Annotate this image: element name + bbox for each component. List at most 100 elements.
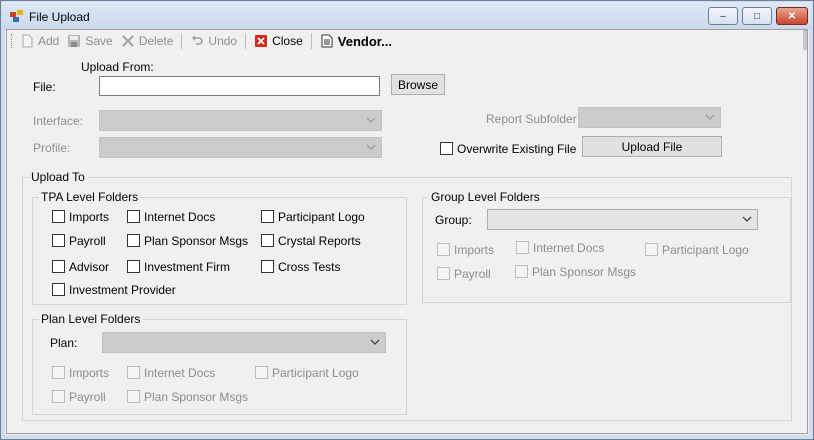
add-button[interactable]: Add (20, 34, 59, 48)
group-plan-sponsor-msgs-label: Plan Sponsor Msgs (532, 265, 637, 279)
toolbar-separator (245, 33, 247, 49)
delete-x-icon (122, 35, 134, 47)
group-combobox[interactable] (487, 209, 758, 230)
minimize-icon: – (720, 10, 726, 22)
file-label: File: (33, 80, 56, 94)
plan-imports-checkbox[interactable] (52, 366, 65, 379)
interface-label: Interface: (33, 114, 84, 128)
close-icon: ✕ (787, 10, 797, 22)
tpa-cross-tests-label: Cross Tests (278, 260, 341, 274)
file-input[interactable] (99, 76, 380, 96)
delete-button[interactable]: Delete (121, 34, 174, 48)
plan-level-folders-title: Plan Level Folders (39, 312, 143, 326)
close-red-icon (255, 35, 268, 47)
add-document-icon (22, 34, 33, 48)
tpa-crystal-reports-checkbox[interactable] (261, 234, 274, 247)
plan-combobox[interactable] (102, 332, 386, 353)
plan-imports-label: Imports (69, 366, 110, 380)
toolbar-overflow (803, 30, 807, 50)
close-window-button[interactable]: ✕ (776, 7, 808, 25)
group-imports-checkbox[interactable] (437, 243, 450, 256)
form-body: Add Save Delete Undo Close Vendor... Upl… (6, 29, 808, 434)
window-title: File Upload (29, 10, 90, 24)
plan-payroll-label: Payroll (69, 390, 106, 404)
tpa-payroll-label: Payroll (69, 234, 106, 248)
app-icon (10, 10, 23, 22)
interface-combobox[interactable] (99, 110, 382, 131)
group-level-folders-title: Group Level Folders (429, 190, 542, 204)
upload-file-button[interactable]: Upload File (582, 136, 722, 157)
tpa-imports-checkbox[interactable] (52, 210, 65, 223)
plan-internet-docs-label: Internet Docs (144, 366, 216, 380)
toolbar-separator (310, 33, 312, 49)
plan-plan-sponsor-msgs-label: Plan Sponsor Msgs (144, 390, 249, 404)
vendor-button[interactable]: Vendor... (320, 34, 392, 49)
browse-button[interactable]: Browse (391, 74, 445, 95)
profile-label: Profile: (33, 141, 71, 155)
tpa-participant-logo-label: Participant Logo (278, 210, 365, 224)
undo-label: Undo (208, 34, 238, 48)
overwrite-existing-checkbox[interactable] (440, 142, 453, 155)
toolbar: Add Save Delete Undo Close Vendor... (7, 30, 807, 52)
maximize-icon: □ (753, 10, 761, 22)
tpa-level-folders-title: TPA Level Folders (39, 190, 141, 204)
chevron-down-icon (742, 216, 752, 222)
chevron-down-icon (705, 114, 715, 120)
group-label: Group: (435, 213, 472, 227)
tpa-internet-docs-label: Internet Docs (144, 210, 216, 224)
tpa-investment-provider-checkbox[interactable] (52, 283, 65, 296)
delete-label: Delete (138, 34, 174, 48)
close-label: Close (272, 34, 303, 48)
group-internet-docs-checkbox[interactable] (516, 241, 529, 254)
save-disk-icon (68, 35, 81, 47)
plan-participant-logo-checkbox[interactable] (255, 366, 268, 379)
title-bar[interactable]: File Upload – □ ✕ (2, 2, 812, 30)
plan-plan-sponsor-msgs-checkbox[interactable] (127, 390, 140, 403)
add-label: Add (38, 34, 60, 48)
maximize-button[interactable]: □ (742, 7, 772, 25)
save-button[interactable]: Save (67, 34, 113, 48)
plan-internet-docs-checkbox[interactable] (127, 366, 140, 379)
tpa-investment-firm-label: Investment Firm (144, 260, 231, 274)
tpa-payroll-checkbox[interactable] (52, 234, 65, 247)
tpa-cross-tests-checkbox[interactable] (261, 260, 274, 273)
tpa-advisor-label: Advisor (69, 260, 110, 274)
close-button[interactable]: Close (254, 34, 303, 48)
tpa-imports-label: Imports (69, 210, 110, 224)
overwrite-existing-label: Overwrite Existing File (457, 142, 577, 156)
tpa-plan-sponsor-msgs-label: Plan Sponsor Msgs (144, 234, 249, 248)
tpa-advisor-checkbox[interactable] (52, 260, 65, 273)
group-imports-label: Imports (454, 243, 495, 257)
undo-button[interactable]: Undo (190, 34, 237, 48)
tpa-plan-sponsor-msgs-checkbox[interactable] (127, 234, 140, 247)
group-participant-logo-checkbox[interactable] (645, 243, 658, 256)
chevron-down-icon (366, 144, 376, 150)
minimize-button[interactable]: – (708, 7, 738, 25)
vendor-label: Vendor... (337, 33, 392, 49)
plan-payroll-checkbox[interactable] (52, 390, 65, 403)
tpa-investment-firm-checkbox[interactable] (127, 260, 140, 273)
group-internet-docs-label: Internet Docs (533, 241, 605, 255)
plan-participant-logo-label: Participant Logo (272, 366, 359, 380)
tpa-crystal-reports-label: Crystal Reports (278, 234, 361, 248)
report-subfolder-label: Report Subfolder (486, 112, 577, 126)
toolbar-grip[interactable] (11, 34, 14, 48)
profile-combobox[interactable] (99, 137, 382, 158)
chevron-down-icon (370, 339, 380, 345)
group-plan-sponsor-msgs-checkbox[interactable] (515, 265, 528, 278)
toolbar-separator (181, 33, 183, 49)
tpa-investment-provider-label: Investment Provider (69, 283, 176, 297)
group-payroll-label: Payroll (454, 267, 491, 281)
tpa-internet-docs-checkbox[interactable] (127, 210, 140, 223)
chevron-down-icon (366, 117, 376, 123)
upload-to-heading: Upload To (29, 170, 87, 184)
vendor-document-icon (321, 34, 333, 48)
report-subfolder-combobox[interactable] (578, 107, 721, 128)
group-participant-logo-label: Participant Logo (662, 243, 749, 257)
upload-from-heading: Upload From: (81, 60, 154, 74)
tpa-participant-logo-checkbox[interactable] (261, 210, 274, 223)
group-payroll-checkbox[interactable] (437, 267, 450, 280)
save-label: Save (85, 34, 113, 48)
undo-arrow-icon (192, 35, 204, 45)
file-upload-window: File Upload – □ ✕ Add Save Delete Undo C… (0, 0, 814, 440)
